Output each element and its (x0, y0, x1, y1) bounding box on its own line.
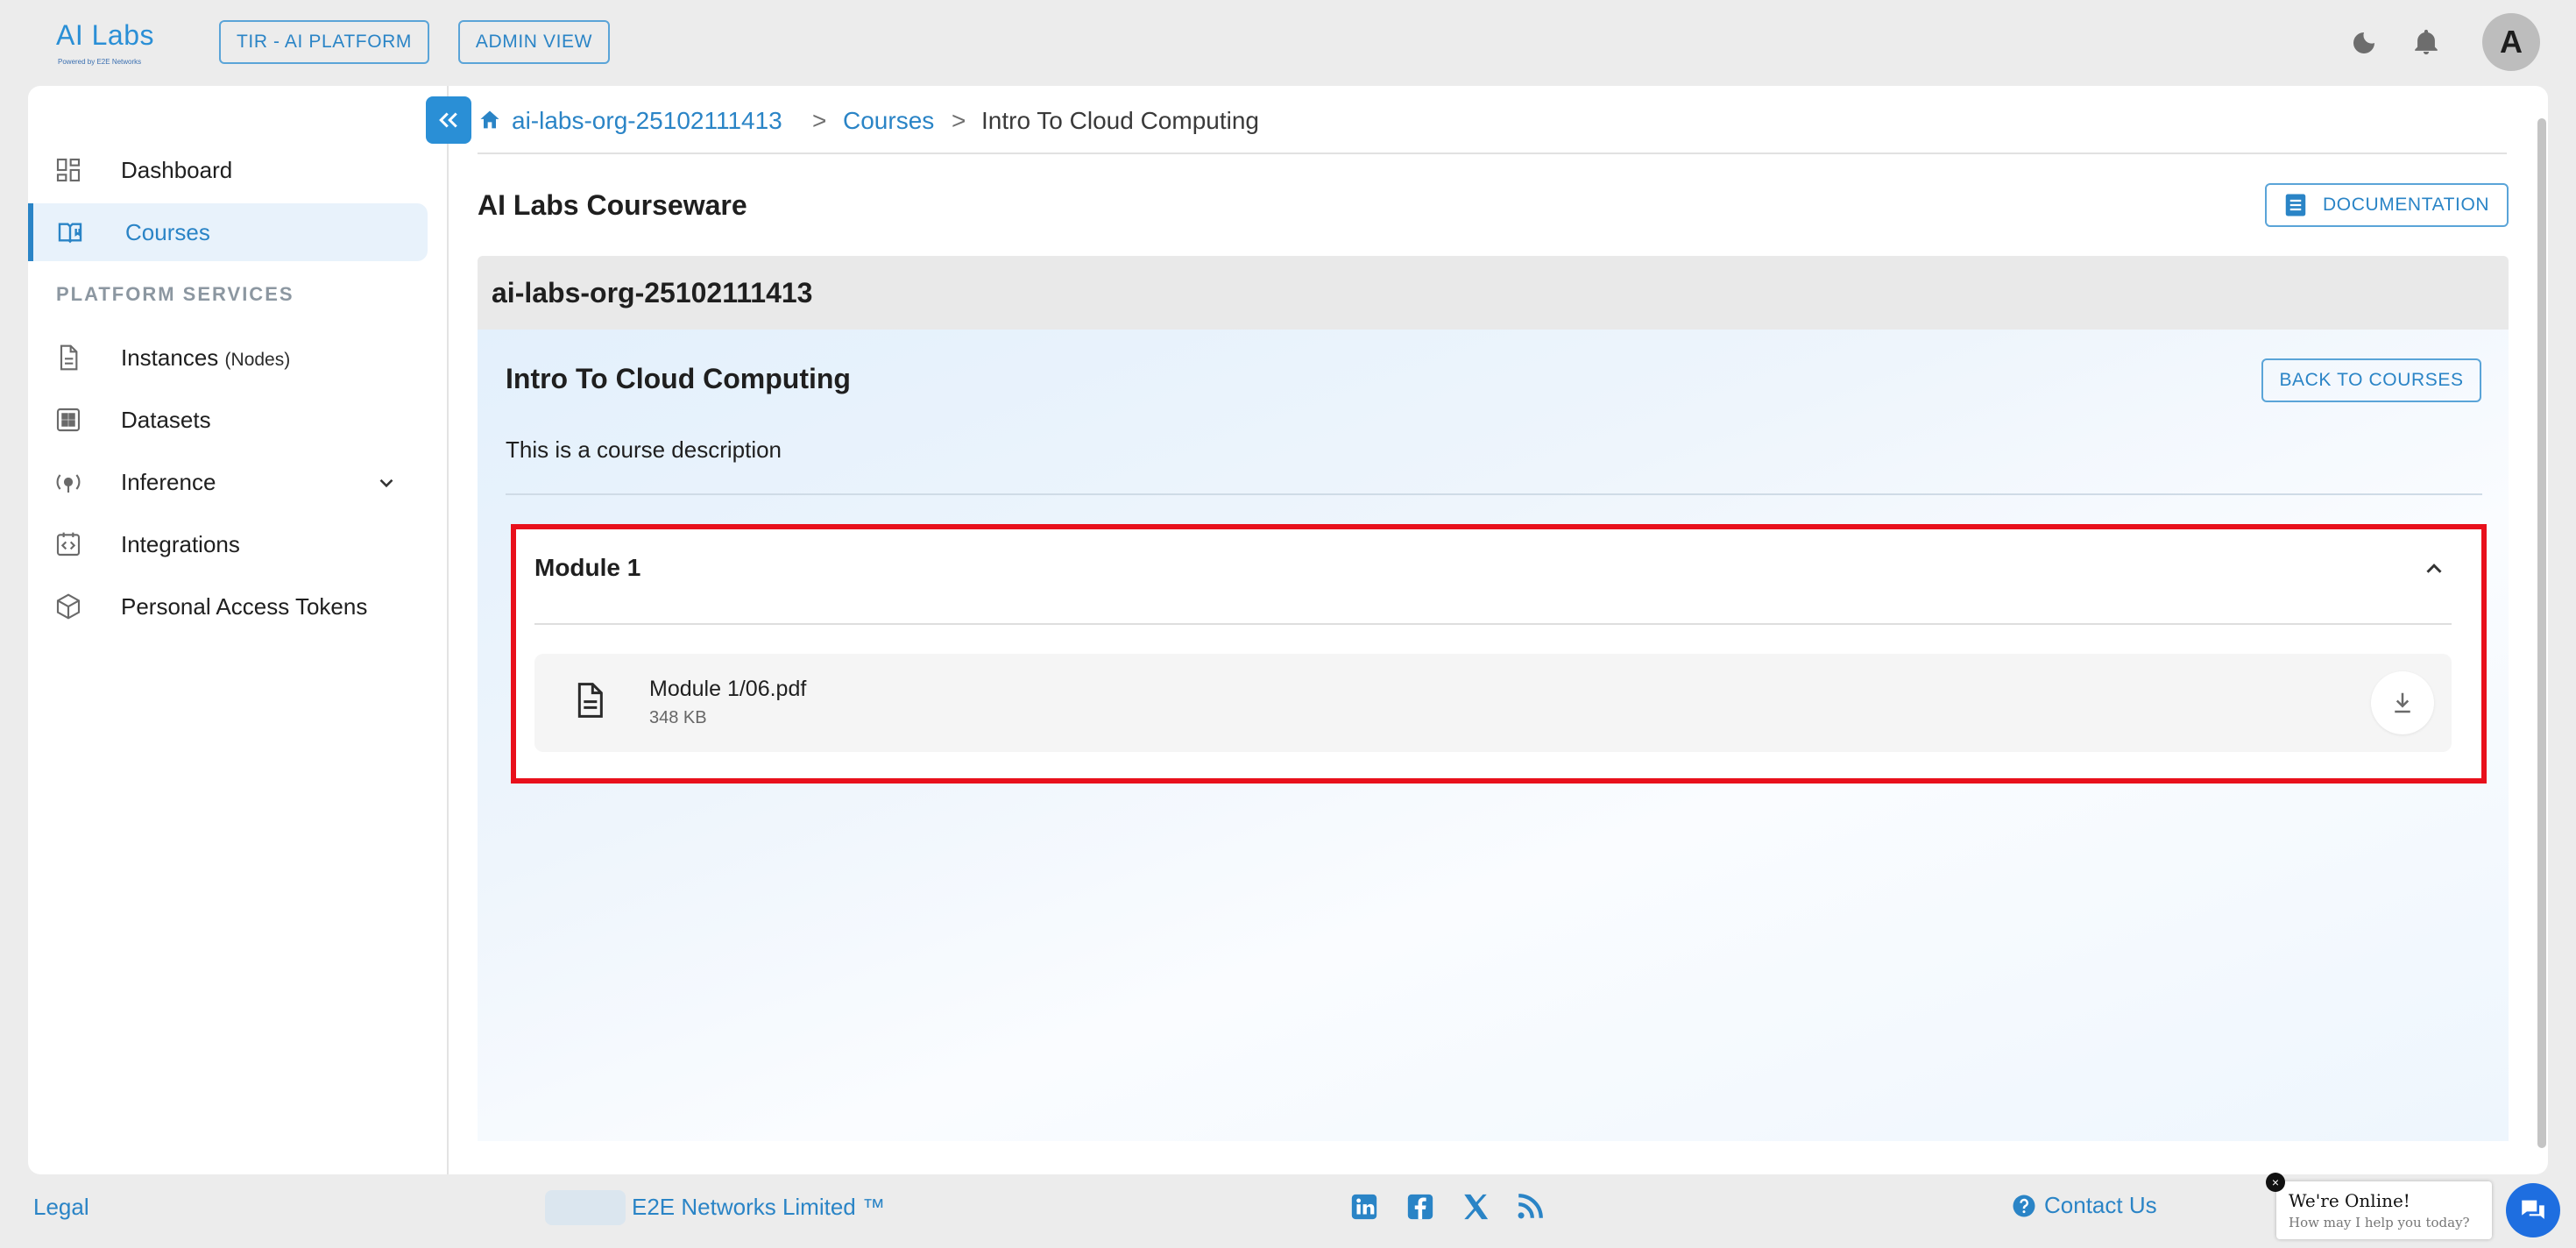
sidebar-item-label: Dashboard (121, 156, 233, 183)
token-icon (56, 593, 81, 620)
chat-close-button[interactable]: × (2266, 1173, 2285, 1192)
document-list-icon (2285, 194, 2306, 216)
e2e-logo (545, 1190, 626, 1225)
facebook-icon[interactable] (1405, 1192, 1435, 1222)
chat-icon (2522, 1200, 2544, 1219)
document-icon (60, 344, 78, 371)
sidebar-item-datasets[interactable]: Datasets (28, 391, 428, 449)
code-icon (56, 532, 81, 557)
sidebar-item-suffix: (Nodes) (224, 349, 291, 370)
page-title: AI Labs Courseware (478, 189, 747, 221)
legal-link[interactable]: Legal (33, 1194, 89, 1221)
linkedin-icon[interactable] (1349, 1192, 1379, 1222)
documentation-button[interactable]: DOCUMENTATION (2265, 183, 2509, 227)
book-icon (58, 223, 82, 244)
chat-launcher-button[interactable] (2506, 1183, 2560, 1237)
home-icon[interactable] (478, 108, 502, 132)
download-icon (2395, 692, 2410, 713)
avatar[interactable]: A (2482, 13, 2540, 71)
breadcrumb-divider (478, 152, 2507, 154)
chat-title: We're Online! (2289, 1190, 2410, 1211)
module-divider (534, 623, 2452, 625)
description-divider (506, 493, 2482, 495)
sidebar-item-personal-access-tokens[interactable]: Personal Access Tokens (28, 578, 428, 635)
back-to-courses-button[interactable]: BACK TO COURSES (2261, 358, 2481, 402)
documentation-button-label: DOCUMENTATION (2323, 195, 2490, 215)
scrollbar[interactable] (2537, 118, 2546, 1148)
file-name[interactable]: Module 1/06.pdf (649, 677, 806, 702)
chevron-down-icon[interactable] (375, 472, 398, 494)
chevron-up-icon[interactable] (2421, 556, 2447, 582)
sidebar-item-courses[interactable]: Courses (28, 203, 428, 261)
module-title[interactable]: Module 1 (534, 554, 640, 582)
sidebar-item-label: Inference (121, 468, 216, 495)
x-icon[interactable] (1461, 1192, 1490, 1222)
breadcrumb-current: Intro To Cloud Computing (981, 107, 1259, 134)
sidebar-item-label: Integrations (121, 530, 240, 557)
breadcrumb-org[interactable]: ai-labs-org-25102111413 (512, 107, 782, 135)
tir-platform-button[interactable]: TIR - AI PLATFORM (219, 20, 429, 64)
sidebar-divider (447, 86, 449, 1174)
double-chevron-left-icon (439, 112, 457, 128)
company-name: E2E Networks Limited ™ (632, 1194, 885, 1220)
contact-us-label: Contact Us (2044, 1192, 2157, 1218)
sidebar-item-inference[interactable]: Inference (28, 453, 428, 511)
inference-icon (56, 474, 81, 493)
course-description: This is a course description (506, 436, 782, 463)
bell-icon[interactable] (2411, 26, 2441, 58)
sidebar-item-label: Datasets (121, 406, 211, 433)
sidebar-item-dashboard[interactable]: Dashboard (28, 141, 428, 199)
breadcrumb-courses[interactable]: Courses (843, 107, 934, 135)
sidebar-item-label: Personal Access Tokens (121, 592, 368, 620)
sidebar-item-label: Instances (Nodes) (121, 344, 291, 371)
section-title-platform-services: PLATFORM SERVICES (56, 283, 294, 305)
org-card-header: ai-labs-org-25102111413 (478, 256, 2509, 330)
ai-labs-logo[interactable]: AI Labs Powered by E2E Networks (54, 18, 177, 70)
admin-view-button[interactable]: ADMIN VIEW (458, 20, 610, 64)
moon-icon[interactable] (2350, 29, 2378, 57)
sidebar-item-label: Courses (125, 218, 210, 245)
breadcrumb-separator: > (812, 107, 827, 134)
sidebar-item-integrations[interactable]: Integrations (28, 515, 428, 573)
logo-text: AI Labs (56, 19, 155, 51)
help-icon (2013, 1195, 2035, 1216)
org-card-title: ai-labs-org-25102111413 (492, 277, 813, 308)
rss-icon[interactable] (1515, 1192, 1545, 1222)
file-row[interactable] (534, 654, 2452, 752)
sidebar-item-instances[interactable]: Instances (Nodes) (28, 329, 428, 386)
download-button[interactable] (2371, 671, 2434, 734)
breadcrumb-separator: > (952, 107, 966, 134)
grid-icon (56, 408, 81, 432)
chat-subtitle: How may I help you today? (2289, 1215, 2470, 1230)
dashboard-icon (56, 158, 81, 182)
chat-greeting[interactable]: We're Online! How may I help you today? (2276, 1181, 2492, 1239)
collapse-sidebar-button[interactable] (426, 96, 471, 144)
file-size: 348 KB (649, 708, 707, 727)
file-icon (577, 683, 603, 718)
contact-us-link[interactable]: Contact Us (2011, 1192, 2157, 1219)
course-title: Intro To Cloud Computing (506, 363, 851, 394)
logo-tagline: Powered by E2E Networks (58, 58, 142, 66)
